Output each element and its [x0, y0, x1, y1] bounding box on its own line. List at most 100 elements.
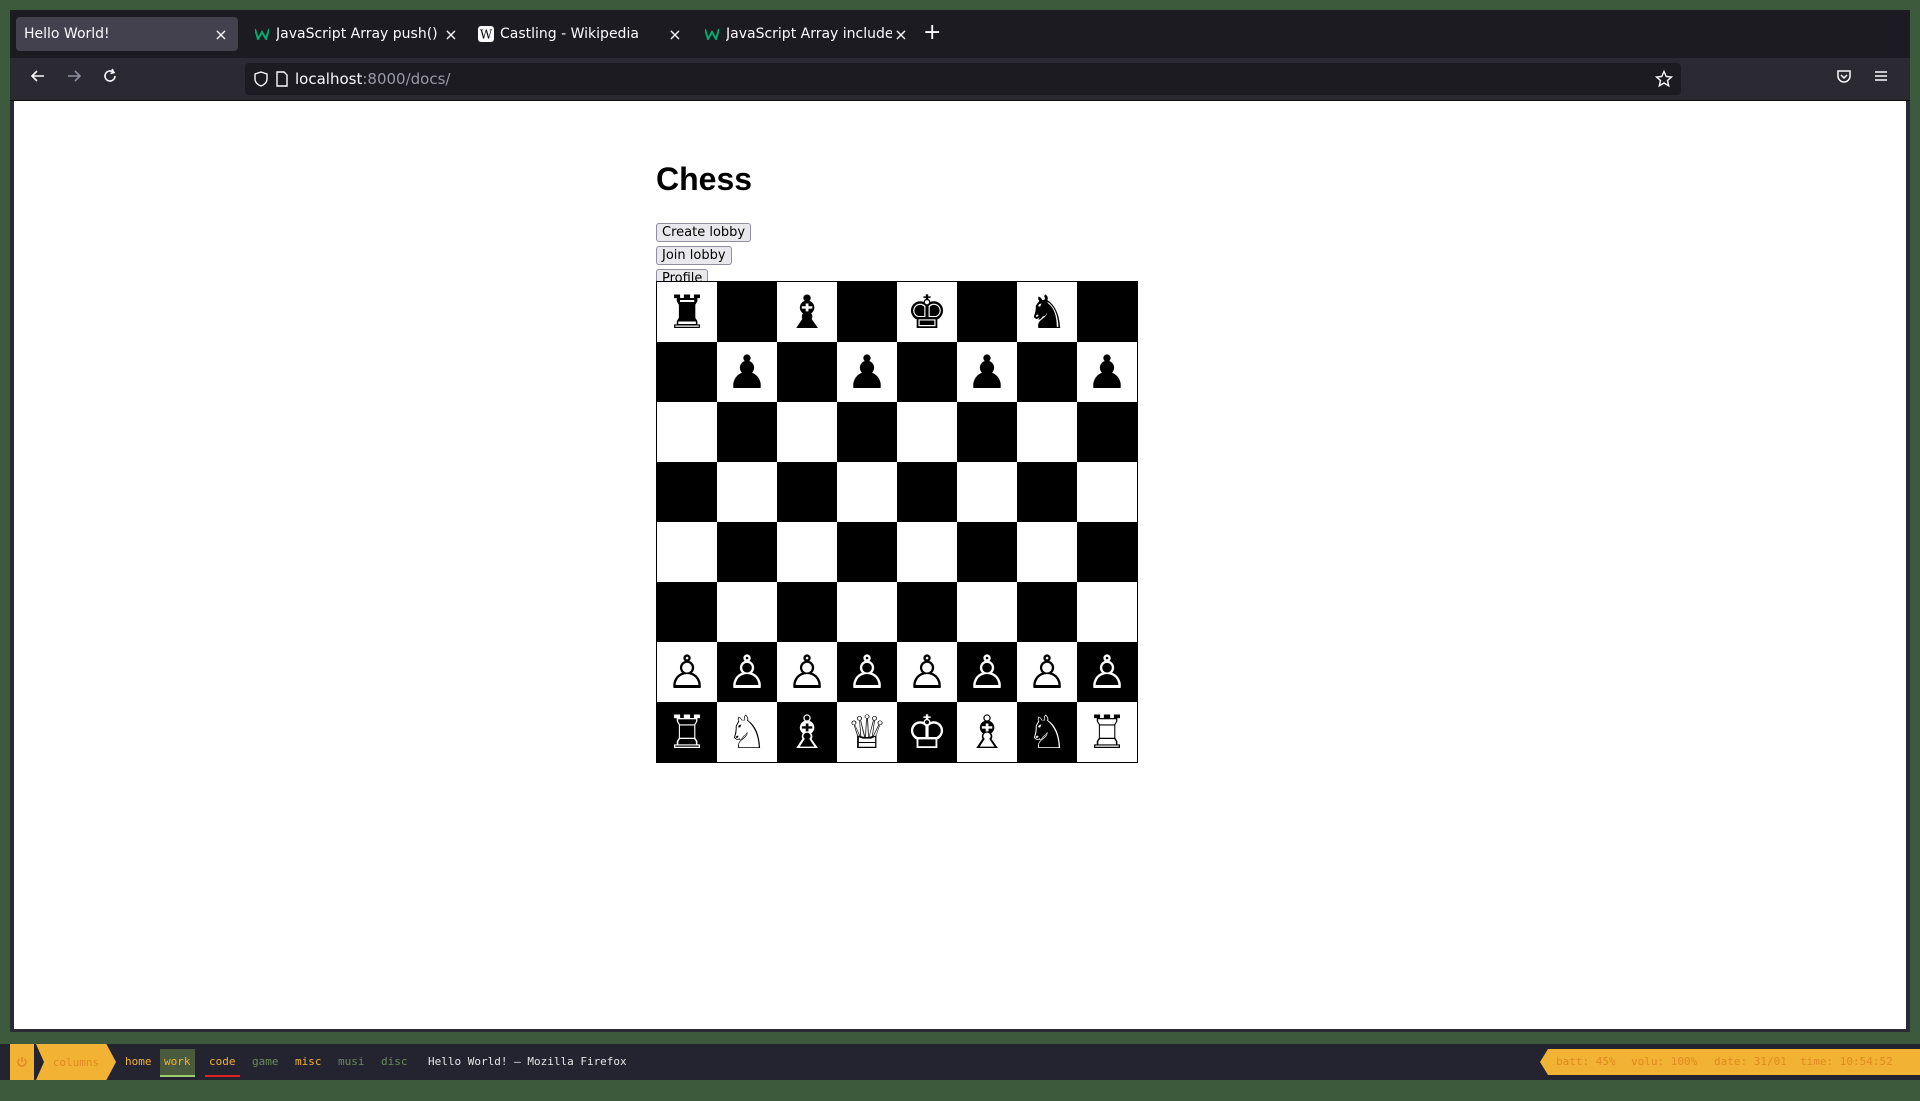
board-square[interactable]: ♙	[777, 642, 837, 702]
address-bar[interactable]: localhost:8000/docs/	[245, 63, 1681, 95]
board-square[interactable]: ♙	[1077, 642, 1137, 702]
board-square[interactable]: ♙	[1017, 642, 1077, 702]
board-square[interactable]	[1017, 462, 1077, 522]
board-square[interactable]	[837, 522, 897, 582]
board-square[interactable]: ♟	[1077, 342, 1137, 402]
status-bar: columns home work code game misc musi di…	[0, 1044, 1920, 1080]
board-square[interactable]	[837, 402, 897, 462]
pocket-button[interactable]	[1831, 66, 1857, 92]
workspace-work[interactable]: work	[160, 1049, 195, 1077]
board-square[interactable]	[717, 462, 777, 522]
forward-button[interactable]	[61, 66, 87, 92]
close-icon[interactable]: ×	[666, 25, 684, 44]
board-square[interactable]: ♗	[957, 702, 1017, 762]
board-square[interactable]: ♙	[717, 642, 777, 702]
board-square[interactable]	[957, 522, 1017, 582]
board-square[interactable]	[777, 402, 837, 462]
tab-title: Castling - Wikipedia	[500, 26, 639, 42]
power-icon[interactable]	[10, 1044, 34, 1080]
layout-indicator[interactable]: columns	[36, 1044, 116, 1080]
url-path: :8000/docs/	[362, 70, 451, 88]
workspace-misc[interactable]: misc	[291, 1049, 326, 1075]
board-square[interactable]	[657, 582, 717, 642]
page-title: Chess	[656, 161, 753, 197]
board-square[interactable]	[717, 402, 777, 462]
board-square[interactable]	[897, 582, 957, 642]
board-square[interactable]: ♞	[1017, 282, 1077, 342]
board-square[interactable]: ♙	[837, 642, 897, 702]
board-square[interactable]	[1017, 522, 1077, 582]
board-square[interactable]: ♟	[957, 342, 1017, 402]
board-square[interactable]	[1017, 402, 1077, 462]
board-square[interactable]	[837, 582, 897, 642]
board-square[interactable]	[1077, 582, 1137, 642]
board-square[interactable]	[777, 342, 837, 402]
board-square[interactable]: ♖	[657, 702, 717, 762]
board-square[interactable]	[957, 582, 1017, 642]
close-icon[interactable]: ×	[892, 25, 910, 44]
board-square[interactable]	[957, 402, 1017, 462]
board-square[interactable]	[957, 462, 1017, 522]
workspace-code[interactable]: code	[205, 1049, 240, 1077]
board-square[interactable]: ♔	[897, 702, 957, 762]
board-square[interactable]	[837, 282, 897, 342]
board-square[interactable]	[717, 522, 777, 582]
board-square[interactable]: ♟	[837, 342, 897, 402]
bookmark-star-icon[interactable]	[1654, 69, 1674, 92]
menu-button[interactable]	[1868, 66, 1894, 92]
workspace-musi[interactable]: musi	[334, 1049, 369, 1075]
tab-array-includes[interactable]: JavaScript Array includes ×	[696, 17, 918, 51]
close-icon[interactable]: ×	[442, 25, 460, 44]
board-square[interactable]: ♙	[957, 642, 1017, 702]
new-tab-button[interactable]: +	[923, 22, 941, 44]
board-square[interactable]	[897, 522, 957, 582]
board-square[interactable]	[837, 462, 897, 522]
board-square[interactable]	[1017, 582, 1077, 642]
board-square[interactable]	[1017, 342, 1077, 402]
tab-array-push[interactable]: JavaScript Array push() M ×	[246, 17, 468, 51]
board-square[interactable]: ♝	[777, 282, 837, 342]
workspace-home[interactable]: home	[121, 1049, 156, 1075]
board-square[interactable]	[1077, 282, 1137, 342]
board-square[interactable]	[717, 582, 777, 642]
board-square[interactable]: ♜	[657, 282, 717, 342]
board-square[interactable]	[777, 582, 837, 642]
board-square[interactable]: ♖	[1077, 702, 1137, 762]
board-square[interactable]: ♙	[657, 642, 717, 702]
board-square[interactable]	[1077, 462, 1137, 522]
tab-hello-world[interactable]: Hello World! ×	[16, 17, 238, 51]
board-square[interactable]: ♙	[897, 642, 957, 702]
board-square[interactable]	[897, 462, 957, 522]
tab-castling[interactable]: W Castling - Wikipedia ×	[470, 17, 692, 51]
board-square[interactable]: ♚	[897, 282, 957, 342]
board-square[interactable]: ♘	[1017, 702, 1077, 762]
board-square[interactable]: ♕	[837, 702, 897, 762]
url-text[interactable]: localhost:8000/docs/	[295, 70, 450, 88]
board-square[interactable]	[957, 282, 1017, 342]
workspace-disc[interactable]: disc	[377, 1049, 412, 1075]
create-lobby-button[interactable]: Create lobby	[656, 223, 752, 242]
board-square[interactable]: ♟	[717, 342, 777, 402]
board-square[interactable]	[657, 462, 717, 522]
board-square[interactable]	[1077, 522, 1137, 582]
board-square[interactable]: ♘	[717, 702, 777, 762]
board-square[interactable]	[897, 402, 957, 462]
tab-title: Hello World!	[24, 26, 110, 42]
url-host: localhost	[295, 70, 363, 88]
board-square[interactable]	[897, 342, 957, 402]
board-square[interactable]: ♗	[777, 702, 837, 762]
close-icon[interactable]: ×	[212, 25, 230, 44]
page-icon[interactable]	[275, 71, 289, 91]
join-lobby-button[interactable]: Join lobby	[656, 246, 732, 265]
board-square[interactable]	[657, 342, 717, 402]
workspace-game[interactable]: game	[248, 1049, 283, 1075]
board-square[interactable]	[777, 462, 837, 522]
back-button[interactable]	[25, 66, 51, 92]
board-square[interactable]	[717, 282, 777, 342]
shield-icon[interactable]	[253, 71, 269, 91]
reload-button[interactable]	[97, 66, 123, 92]
board-square[interactable]	[1077, 402, 1137, 462]
board-square[interactable]	[777, 522, 837, 582]
board-square[interactable]	[657, 522, 717, 582]
board-square[interactable]	[657, 402, 717, 462]
